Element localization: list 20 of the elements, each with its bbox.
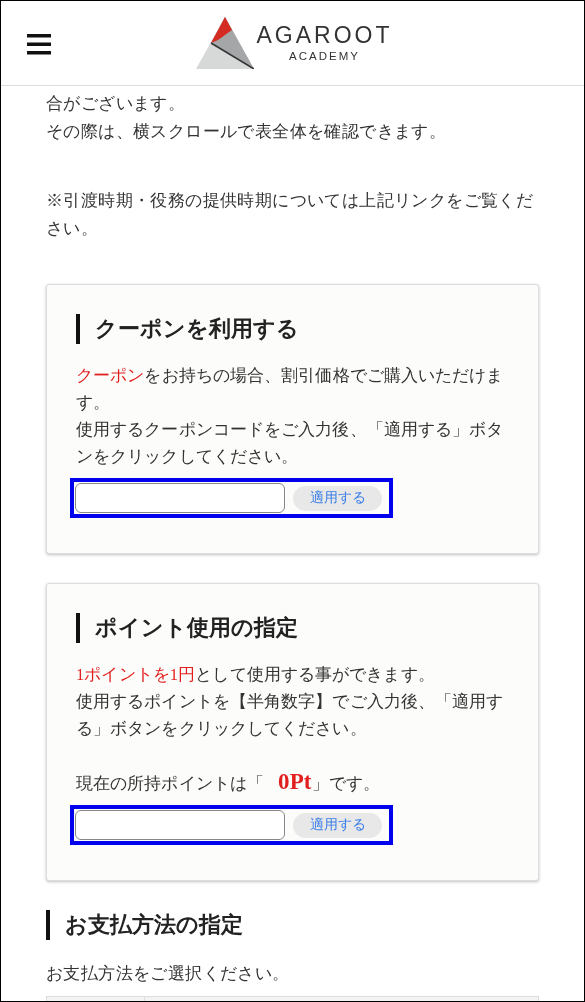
logo-name: AGAROOT [256,22,393,48]
instruction-text: 使用するクーポンコードをご入力後、「適用する」ボタンをクリックしてください。 [76,419,505,468]
section-heading: クーポンを利用する [76,314,510,344]
note-text: ※引渡時期・役務の提供時期については上記リンクをご覧ください。 [46,190,535,240]
instruction-text: お支払方法をご選択ください。 [46,963,291,985]
input-field[interactable] [75,810,285,840]
menu-icon[interactable] [27,34,51,55]
section-heading: お支払方法の指定 [46,910,539,940]
body-text: 合がございます。 [46,93,187,115]
apply-button[interactable]: 適用する [293,485,382,511]
input-field[interactable] [75,483,285,513]
instruction-text: 使用するポイントを【半角数字】でご入力後、「適用する」ボタンをクリックしてください。 [76,691,505,740]
instruction-text: 1ポイントを1円 として使用する事ができます。 [76,664,436,686]
body-text: その際は、横スクロールで表全体を確認できます。 [46,121,448,143]
section-heading: ポイント使用の指定 [76,613,510,643]
instruction-text: クーポンをお持ちの場合、割引価格でご購入いただけます。 [76,365,505,414]
points-balance-text: 現在の所持ポイントは「 0Pt」です。 [76,769,382,796]
logo-tagline: ACADEMY [289,49,360,64]
logo-icon [196,17,255,69]
apply-button[interactable]: 適用する [293,812,382,838]
